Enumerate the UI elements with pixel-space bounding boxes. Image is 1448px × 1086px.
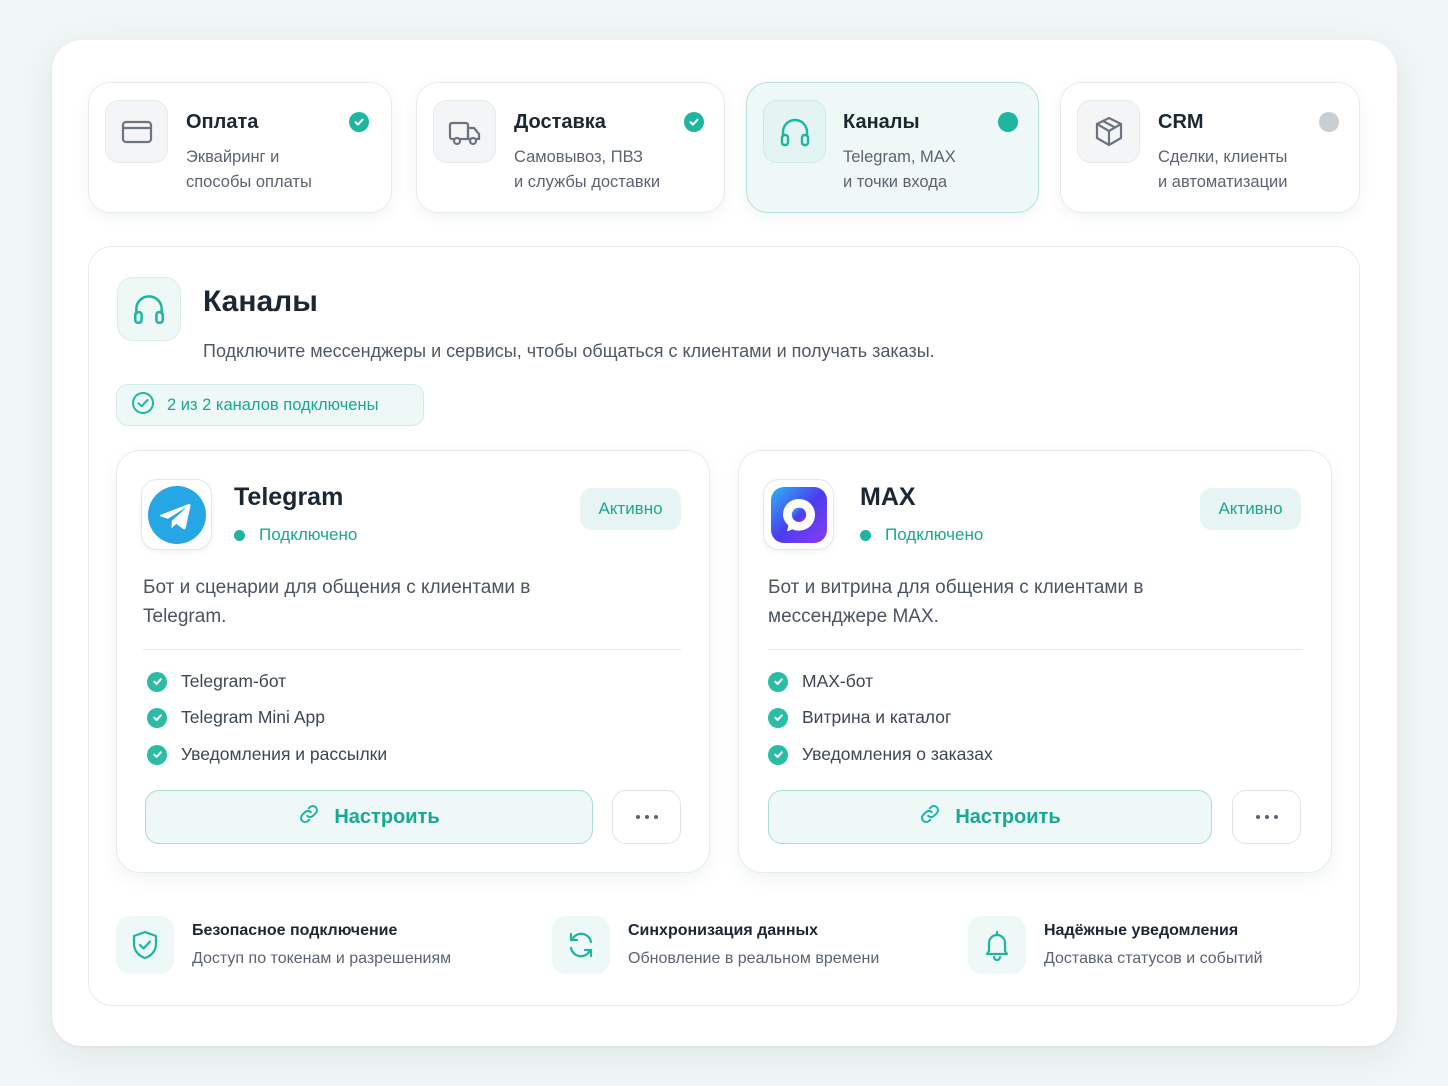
status-dot xyxy=(860,529,871,541)
step-channels[interactable]: Каналы Telegram, MAX и точки входа xyxy=(746,82,1039,213)
check-icon xyxy=(684,112,704,132)
check-icon xyxy=(147,744,167,765)
section-description: Подключите мессенджеры и сервисы, чтобы … xyxy=(203,341,935,361)
step-payment[interactable]: Оплата Эквайринг и способы оплаты xyxy=(88,82,392,213)
divider xyxy=(768,649,1303,650)
check-icon xyxy=(768,744,788,765)
check-icon xyxy=(147,707,167,728)
channel-name: Telegram xyxy=(234,483,344,511)
check-icon xyxy=(147,671,167,692)
feature-item: Витрина и каталог xyxy=(768,707,951,728)
step-title: Оплата xyxy=(186,111,259,133)
configure-button[interactable]: Настроить xyxy=(768,790,1212,844)
channel-description: Бот и витрина для общения с клиентами в … xyxy=(768,577,1144,627)
configure-label: Настроить xyxy=(955,805,1061,828)
step-title: Доставка xyxy=(514,111,606,133)
check-icon xyxy=(349,112,369,132)
step-subtitle: Telegram, MAX и точки входа xyxy=(843,148,956,191)
feature-data-sync: Синхронизация данных Обновление в реальн… xyxy=(552,916,952,976)
step-subtitle: Эквайринг и способы оплаты xyxy=(186,148,312,191)
channel-description: Бот и сценарии для общения с клиентами в… xyxy=(143,577,531,627)
badge-label: 2 из 2 каналов подключены xyxy=(167,395,379,414)
footer-title: Синхронизация данных xyxy=(628,922,819,939)
step-crm[interactable]: CRM Сделки, клиенты и автоматизации xyxy=(1060,82,1360,213)
feature-item: MAX-бот xyxy=(768,671,873,692)
shield-check-icon xyxy=(116,916,174,974)
channel-name: MAX xyxy=(860,483,916,511)
card-icon xyxy=(105,100,168,163)
footer-subtitle: Доставка статусов и событий xyxy=(1044,950,1263,967)
bell-icon xyxy=(968,916,1026,974)
status-dot xyxy=(234,529,245,541)
feature-item: Уведомления о заказах xyxy=(768,744,993,765)
feature-item: Telegram-бот xyxy=(147,671,286,692)
connection-status: Подключено xyxy=(234,525,357,545)
divider xyxy=(143,649,681,650)
feature-label: Telegram Mini App xyxy=(181,707,325,727)
more-options-button[interactable] xyxy=(612,790,681,844)
footer-title: Надёжные уведомления xyxy=(1044,922,1239,939)
footer-subtitle: Обновление в реальном времени xyxy=(628,950,880,967)
connection-label: Подключено xyxy=(259,525,358,544)
channel-card-telegram: Telegram Подключено Активно Бот и сценар… xyxy=(116,450,710,873)
feature-reliable-notifications: Надёжные уведомления Доставка статусов и… xyxy=(968,916,1348,976)
truck-icon xyxy=(433,100,496,163)
feature-label: Уведомления о заказах xyxy=(802,744,993,764)
step-delivery[interactable]: Доставка Самовывоз, ПВЗ и службы доставк… xyxy=(416,82,725,213)
feature-label: Уведомления и рассылки xyxy=(181,744,388,764)
feature-label: Витрина и каталог xyxy=(802,707,952,727)
telegram-logo-icon xyxy=(141,479,212,550)
max-logo-icon xyxy=(763,479,834,550)
step-subtitle: Сделки, клиенты и автоматизации xyxy=(1158,148,1288,191)
feature-secure-connection: Безопасное подключение Доступ по токенам… xyxy=(116,916,536,976)
more-options-button[interactable] xyxy=(1232,790,1301,844)
check-icon xyxy=(768,707,788,728)
link-icon xyxy=(298,803,320,831)
section-title: Каналы xyxy=(203,285,318,318)
connection-status: Подключено xyxy=(860,525,983,545)
channel-card-max: MAX Подключено Активно Бот и витрина для… xyxy=(738,450,1332,873)
sync-icon xyxy=(552,916,610,974)
feature-label: Telegram-бот xyxy=(181,671,287,691)
check-icon xyxy=(768,671,788,692)
connection-label: Подключено xyxy=(885,525,984,544)
feature-item: Уведомления и рассылки xyxy=(147,744,387,765)
feature-label: MAX-бот xyxy=(802,671,874,691)
box-icon xyxy=(1077,100,1140,163)
footer-title: Безопасное подключение xyxy=(192,922,398,939)
connected-count-badge: 2 из 2 каналов подключены xyxy=(116,384,424,426)
footer-subtitle: Доступ по токенам и разрешениям xyxy=(192,950,452,967)
configure-button[interactable]: Настроить xyxy=(145,790,593,844)
current-step-dot xyxy=(998,112,1018,132)
pending-step-dot xyxy=(1319,112,1339,132)
feature-item: Telegram Mini App xyxy=(147,707,325,728)
configure-label: Настроить xyxy=(334,805,440,828)
step-subtitle: Самовывоз, ПВЗ и службы доставки xyxy=(514,148,661,191)
headphones-icon xyxy=(117,277,181,341)
link-icon xyxy=(919,803,941,831)
headphones-icon xyxy=(763,100,826,163)
step-title: CRM xyxy=(1158,111,1204,133)
status-badge: Активно xyxy=(580,488,681,530)
check-circle-icon xyxy=(131,391,155,420)
status-badge: Активно xyxy=(1200,488,1301,530)
step-title: Каналы xyxy=(843,111,920,133)
